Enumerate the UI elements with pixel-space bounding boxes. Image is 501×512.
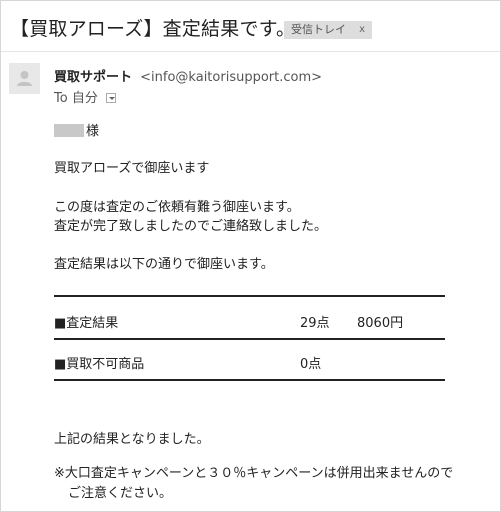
email-header: 【買取アローズ】査定結果です。 受信トレイ x bbox=[1, 1, 500, 52]
chevron-down-icon[interactable] bbox=[105, 93, 116, 103]
redacted-name bbox=[54, 124, 84, 137]
sender-name[interactable]: 買取サポート bbox=[54, 70, 132, 85]
table-rule-bottom bbox=[54, 379, 445, 381]
note-line-1: ※大口査定キャンペーンと３０％キャンペーンは併用出来ませんので bbox=[54, 466, 454, 481]
table-row-1-amount: 8060円 bbox=[357, 316, 404, 331]
table-row-1-label: ■査定結果 bbox=[54, 316, 119, 331]
table-row-2-count: 0点 bbox=[300, 357, 322, 372]
person-icon bbox=[17, 71, 32, 86]
recipient-line: To 自分 bbox=[54, 87, 116, 106]
label-chip-text: 受信トレイ bbox=[291, 23, 346, 36]
salutation-suffix: 様 bbox=[86, 124, 100, 139]
intro-line-2: 査定が完了致しましたのでご連絡致しました。 bbox=[54, 219, 328, 234]
table-rule-top bbox=[54, 295, 445, 297]
table-row-2-label: ■買取不可商品 bbox=[54, 357, 145, 372]
intro-line-1: この度は査定のご依頼有難う御座います。 bbox=[54, 200, 300, 215]
label-remove-icon[interactable]: x bbox=[359, 21, 365, 39]
sender-line: 買取サポート <info@kaitorisupport.com> bbox=[54, 66, 322, 85]
table-rule-middle bbox=[54, 338, 445, 340]
results-intro: 査定結果は以下の通りで御座います。 bbox=[54, 257, 274, 272]
avatar bbox=[9, 63, 40, 94]
note-line-2: ご注意ください。 bbox=[68, 486, 173, 501]
label-chip-inbox[interactable]: 受信トレイ x bbox=[284, 21, 372, 39]
to-value: 自分 bbox=[71, 91, 98, 106]
sender-email[interactable]: <info@kaitorisupport.com> bbox=[140, 70, 322, 85]
email-subject: 【買取アローズ】査定結果です。 bbox=[10, 18, 296, 40]
to-label: To bbox=[54, 91, 68, 106]
salutation: 様 bbox=[54, 120, 99, 139]
table-row-1-count: 29点 bbox=[300, 316, 330, 331]
closing-line: 上記の結果となりました。 bbox=[54, 432, 210, 447]
greeting: 買取アローズで御座います bbox=[54, 161, 210, 176]
